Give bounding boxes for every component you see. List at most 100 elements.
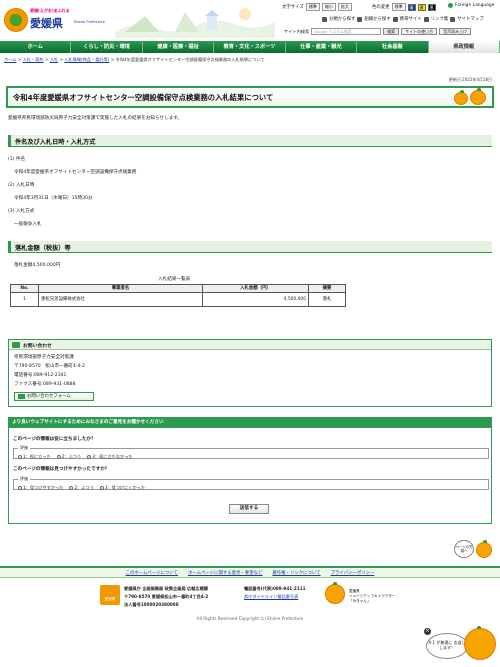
text-size-large[interactable]: 拡大: [337, 3, 352, 11]
contact-phone: 電話番号:089-912-2341: [14, 373, 67, 378]
text-size-small[interactable]: 縮小: [321, 3, 336, 11]
util-link-category[interactable]: 分類から探す: [329, 16, 355, 22]
gnav-home[interactable]: ホーム: [0, 41, 72, 53]
color-yellow[interactable]: 黄: [417, 3, 426, 11]
mikyan-balloon[interactable]: A-1 が無理に お返しします！: [426, 633, 468, 659]
contact-dept: 県民環境部原子力安全対策課: [14, 355, 74, 360]
header-illustration: [115, 8, 275, 38]
util-link-mobile[interactable]: 携帯サイト: [400, 16, 422, 22]
footer-link-privacy[interactable]: プライバシーポリシー: [331, 570, 375, 576]
survey-heading: より良いウェブサイトにするためにみなさまのご意見をお聞かせください: [9, 418, 491, 428]
site-footer: 愛媛県 愛媛県庁 企画振興部 政策企画局 広報広聴課 〒790-8570 愛媛県…: [0, 580, 500, 610]
util-link-links[interactable]: リンク集: [431, 16, 449, 22]
footer-logo: 愛媛県: [100, 585, 120, 605]
logo-tagline: 愛顔(えがお)あふれる: [30, 8, 70, 13]
item-label-method: (3) 入札方式: [8, 209, 35, 214]
table-caption: 入札結果一覧表: [158, 277, 191, 282]
read-aloud-button[interactable]: 音声読み上げ: [439, 28, 472, 35]
breadcrumb-home[interactable]: ホーム: [4, 57, 16, 62]
gnav-government[interactable]: 県政情報: [428, 41, 500, 53]
gnav-health[interactable]: 健康・医療・福祉: [142, 41, 215, 53]
pagetop-link[interactable]: ページの先頭へ: [454, 536, 494, 562]
footer-link-feedback[interactable]: ホームページに関する意見・要望など: [188, 570, 262, 576]
item-value-date: 令和4年3月31日（木曜日）15時30分: [14, 196, 93, 201]
footer-phone: 電話番号(代表)089-941-2111: [244, 586, 306, 591]
util-link-sitemap[interactable]: サイトマップ: [457, 16, 483, 22]
globe-icon: [448, 3, 453, 8]
page-title-box: 令和4年度愛媛県オフサイトセンター空調設備保守点検業務の入札結果について: [6, 86, 494, 108]
item-value-name: 令和4年度愛媛県オフサイトセンター空調設備保守点検業務: [14, 170, 137, 175]
mikyan-icon: [476, 540, 492, 558]
gnav-life[interactable]: くらし・防災・環境: [71, 41, 143, 53]
contact-heading: お問い合わせ: [23, 344, 52, 349]
color-controls: 色の変更 標準 青 黄 黒: [372, 3, 436, 11]
q2-option-3[interactable]: 3：見つけにくかった: [99, 485, 145, 491]
search-button[interactable]: 検索: [383, 28, 400, 35]
q1-option-1[interactable]: 1：役に立った: [18, 454, 51, 460]
survey-q1: このページの情報は役に立ちましたか？: [13, 437, 96, 442]
cell-note: 落札: [308, 291, 346, 307]
mobile-icon: [392, 16, 398, 22]
utility-bar: 文字サイズ 標準 縮小 拡大 色の変更 標準 青 黄 黒 Foreign Lan…: [282, 3, 498, 37]
page-title: 令和4年度愛媛県オフサイトセンター空調設備保守点検業務の入札結果について: [13, 93, 274, 102]
col-name: 事業者名: [38, 284, 203, 293]
site-logo[interactable]: 愛顔(えがお)あふれる 愛媛県 Ehime Prefecture: [4, 6, 112, 34]
footer-corp-number: 法人番号1000020380008: [124, 602, 179, 607]
table-row: 1 重松兄弟設備株式会社 4,500,000 落札: [10, 291, 346, 307]
color-label: 色の変更: [372, 5, 390, 10]
mikyan-float-icon: [464, 626, 496, 660]
item-label-name: (1) 件名: [8, 157, 26, 162]
q1-option-3[interactable]: 3：役に立たなかった: [87, 454, 133, 460]
footer-dial-link[interactable]: 県庁ダイヤルイン電話番号表: [244, 594, 298, 600]
search-label: サイト内検索: [284, 28, 310, 34]
col-amount: 入札金額（円）: [202, 284, 309, 293]
text-size-standard[interactable]: 標準: [305, 3, 320, 11]
color-blue[interactable]: 青: [407, 3, 416, 11]
breadcrumb-contract[interactable]: 入札・契約: [23, 57, 44, 62]
footer-address2: 〒790-8570 愛媛県松山市一番町4丁目4-2: [124, 594, 209, 599]
mikyan-mascot-icon: [325, 582, 345, 604]
howto-button[interactable]: サイトの使い方: [401, 28, 438, 35]
section-heading-award: 落札金額（税抜）等: [8, 241, 492, 253]
col-note: 摘要: [308, 284, 346, 293]
color-black[interactable]: 黒: [427, 3, 436, 11]
contact-form-button[interactable]: お問い合わせフォーム: [14, 392, 94, 401]
survey-q2: このページの情報は見つけやすかったですか？: [13, 467, 110, 472]
text-size-label: 文字サイズ: [282, 5, 304, 10]
footer-link-about[interactable]: このホームページについて: [126, 570, 178, 576]
q2-option-2[interactable]: 2：ふつう: [69, 485, 94, 491]
mikan-icon: [454, 90, 468, 105]
contact-fax: ファクス番号:089-931-0888: [14, 382, 76, 387]
item-value-method: 一般競争入札: [14, 222, 42, 227]
contact-header: お問い合わせ: [9, 340, 491, 350]
close-icon[interactable]: ×: [424, 628, 431, 635]
search-input[interactable]: Google カスタム検索: [311, 28, 382, 35]
survey-submit-button[interactable]: 送信する: [229, 504, 269, 514]
link-icon: [423, 16, 429, 22]
site-search: サイト内検索 Google カスタム検索 検索 サイトの使い方 音声読み上げ: [284, 28, 472, 35]
breadcrumb-bid-info[interactable]: 入札情報(物品・委託等): [64, 57, 109, 62]
mascot-name: 「みきゃん」: [349, 599, 371, 603]
q2-option-1[interactable]: 1：見つけやすかった: [18, 485, 63, 491]
pagetop-label: ページの先頭へ: [454, 540, 474, 558]
text-size-controls: 文字サイズ 標準 縮小 拡大: [282, 3, 352, 11]
copyright: All Rights Reserved Copyright (c) Ehime …: [196, 616, 304, 621]
footer-link-copyright[interactable]: 著作権・リンクについて: [272, 570, 320, 576]
feedback-survey: より良いウェブサイトにするためにみなさまのご意見をお聞かせください このページの…: [8, 417, 492, 524]
gnav-work[interactable]: 仕事・産業・観光: [285, 41, 358, 53]
util-link-org[interactable]: 組織から探す: [364, 16, 390, 22]
contact-address: 〒790-8570 松山市一番町4-4-2: [14, 364, 85, 369]
mail-icon: [12, 342, 20, 348]
sitemap-icon: [450, 16, 456, 22]
foreign-language-link[interactable]: Foreign Language: [448, 3, 494, 8]
logo-en: Ehime Prefecture: [74, 20, 105, 24]
table-header-row: No. 事業者名 入札金額（円） 摘要: [10, 284, 346, 293]
site-header: 愛顔(えがお)あふれる 愛媛県 Ehime Prefecture 文字サイズ 標…: [0, 0, 500, 40]
breadcrumb-bid[interactable]: 入札: [50, 57, 58, 62]
cell-no: 1: [10, 291, 39, 307]
q1-option-2[interactable]: 2：ふつう: [56, 454, 81, 460]
item-label-date: (2) 入札日時: [8, 183, 35, 188]
gnav-infrastructure[interactable]: 社会基盤: [357, 41, 429, 53]
color-standard[interactable]: 標準: [391, 3, 406, 11]
gnav-education[interactable]: 教育・文化・スポーツ: [214, 41, 286, 53]
